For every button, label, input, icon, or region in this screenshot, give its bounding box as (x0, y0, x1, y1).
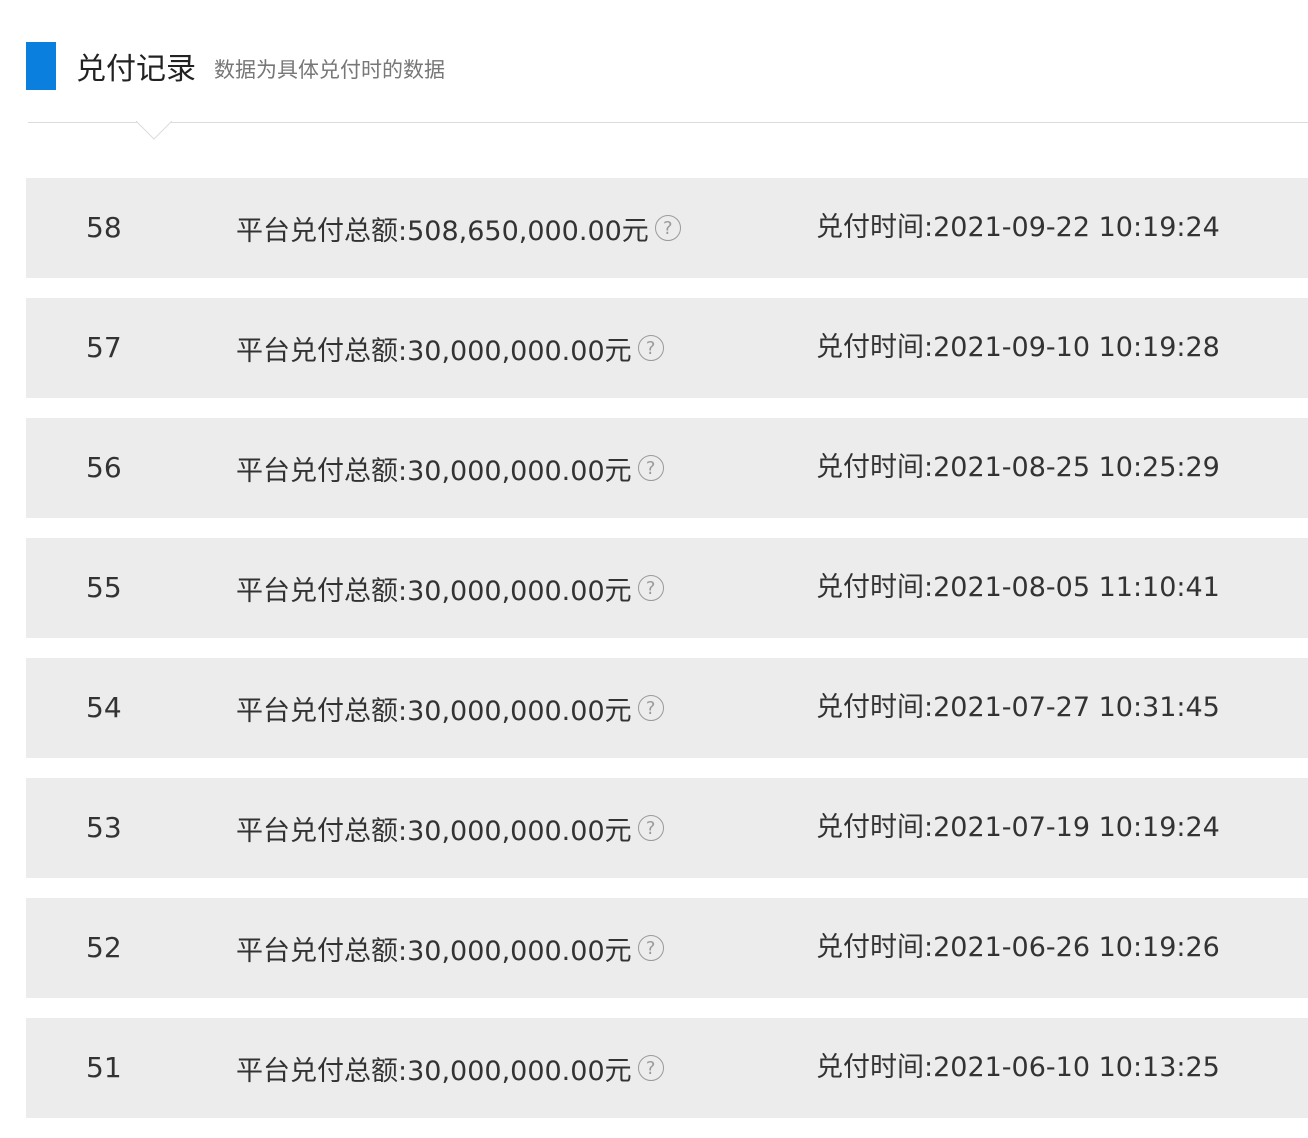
question-circle-icon[interactable]: ? (637, 935, 664, 961)
record-amount: 平台兑付总额:30,000,000.00元? (236, 778, 664, 878)
record-index: 52 (86, 931, 122, 964)
record-amount: 平台兑付总额:30,000,000.00元? (236, 1018, 664, 1118)
record-time: 兑付时间:2021-08-05 11:10:41 (816, 572, 1220, 603)
question-circle-icon[interactable]: ? (637, 815, 664, 841)
list-item: 52 平台兑付总额:30,000,000.00元? 兑付时间:2021-06-2… (26, 898, 1308, 998)
question-circle-icon[interactable]: ? (654, 215, 681, 241)
record-time: 兑付时间:2021-08-25 10:25:29 (816, 452, 1220, 483)
list-item: 55 平台兑付总额:30,000,000.00元? 兑付时间:2021-08-0… (26, 538, 1308, 638)
record-index: 54 (86, 691, 122, 724)
question-circle-icon[interactable]: ? (637, 335, 664, 361)
record-time: 兑付时间:2021-09-10 10:19:28 (816, 332, 1220, 363)
divider-line (28, 122, 1308, 123)
record-amount: 平台兑付总额:30,000,000.00元? (236, 658, 664, 758)
record-amount-text: 平台兑付总额:30,000,000.00元 (236, 1055, 632, 1087)
record-time: 兑付时间:2021-06-10 10:13:25 (816, 1052, 1220, 1083)
record-time: 兑付时间:2021-06-26 10:19:26 (816, 932, 1220, 963)
record-time: 兑付时间:2021-09-22 10:19:24 (816, 212, 1220, 243)
section-subtitle: 数据为具体兑付时的数据 (214, 58, 445, 82)
record-index: 57 (86, 331, 122, 364)
record-index: 51 (86, 1051, 122, 1084)
record-time: 兑付时间:2021-07-27 10:31:45 (816, 692, 1220, 723)
record-amount: 平台兑付总额:30,000,000.00元? (236, 538, 664, 638)
header-divider (28, 121, 1308, 146)
record-amount-text: 平台兑付总额:30,000,000.00元 (236, 695, 632, 727)
question-circle-icon[interactable]: ? (637, 695, 664, 721)
list-item: 56 平台兑付总额:30,000,000.00元? 兑付时间:2021-08-2… (26, 418, 1308, 518)
redemption-record-list: 58 平台兑付总额:508,650,000.00元? 兑付时间:2021-09-… (26, 178, 1308, 1138)
record-index: 53 (86, 811, 122, 844)
record-amount: 平台兑付总额:508,650,000.00元? (236, 178, 681, 278)
record-amount: 平台兑付总额:30,000,000.00元? (236, 418, 664, 518)
section-header: 兑付记录 数据为具体兑付时的数据 (26, 42, 445, 90)
list-item: 58 平台兑付总额:508,650,000.00元? 兑付时间:2021-09-… (26, 178, 1308, 278)
record-amount-text: 平台兑付总额:30,000,000.00元 (236, 335, 632, 367)
record-index: 56 (86, 451, 122, 484)
list-item: 53 平台兑付总额:30,000,000.00元? 兑付时间:2021-07-1… (26, 778, 1308, 878)
record-amount-text: 平台兑付总额:30,000,000.00元 (236, 935, 632, 967)
record-amount-text: 平台兑付总额:508,650,000.00元 (236, 215, 649, 247)
question-circle-icon[interactable]: ? (637, 1055, 664, 1081)
record-amount: 平台兑付总额:30,000,000.00元? (236, 298, 664, 398)
record-amount-text: 平台兑付总额:30,000,000.00元 (236, 815, 632, 847)
record-amount-text: 平台兑付总额:30,000,000.00元 (236, 575, 632, 607)
record-amount-text: 平台兑付总额:30,000,000.00元 (236, 455, 632, 487)
record-index: 58 (86, 211, 122, 244)
question-circle-icon[interactable]: ? (637, 575, 664, 601)
list-item: 51 平台兑付总额:30,000,000.00元? 兑付时间:2021-06-1… (26, 1018, 1308, 1118)
section-title: 兑付记录 (76, 52, 196, 87)
record-amount: 平台兑付总额:30,000,000.00元? (236, 898, 664, 998)
question-circle-icon[interactable]: ? (637, 455, 664, 481)
list-item: 54 平台兑付总额:30,000,000.00元? 兑付时间:2021-07-2… (26, 658, 1308, 758)
record-time: 兑付时间:2021-07-19 10:19:24 (816, 812, 1220, 843)
list-item: 57 平台兑付总额:30,000,000.00元? 兑付时间:2021-09-1… (26, 298, 1308, 398)
record-index: 55 (86, 571, 122, 604)
tab-caret-icon (136, 121, 172, 140)
accent-bar (26, 42, 56, 90)
